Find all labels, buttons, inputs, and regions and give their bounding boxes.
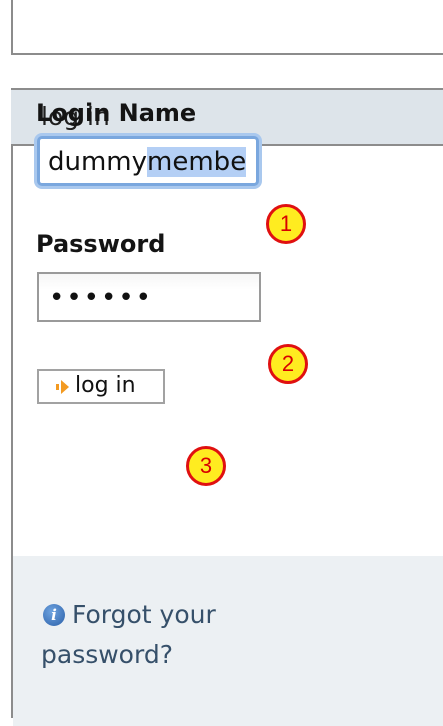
login-button-label: log in — [75, 373, 136, 398]
password-label: Password — [36, 230, 166, 258]
step-callout-3: 3 — [186, 446, 226, 486]
orange-arrow-icon — [56, 380, 69, 394]
top-panel-fragment — [11, 0, 443, 55]
login-value-selection: memb — [147, 147, 231, 177]
step-callout-2: 2 — [268, 344, 308, 384]
login-value-overflow: e — [230, 147, 247, 177]
forgot-password-link-line2[interactable]: password? — [41, 637, 301, 673]
login-name-input[interactable]: dummymembe — [37, 136, 259, 186]
step-callout-1: 1 — [266, 204, 306, 244]
login-value-text: dummy — [48, 147, 148, 177]
info-icon: i — [43, 604, 65, 626]
login-name-label: Login Name — [36, 99, 197, 127]
login-button[interactable]: log in — [37, 369, 165, 404]
forgot-password-link[interactable]: Forgot your — [72, 597, 332, 633]
password-input[interactable]: •••••• — [37, 272, 261, 322]
